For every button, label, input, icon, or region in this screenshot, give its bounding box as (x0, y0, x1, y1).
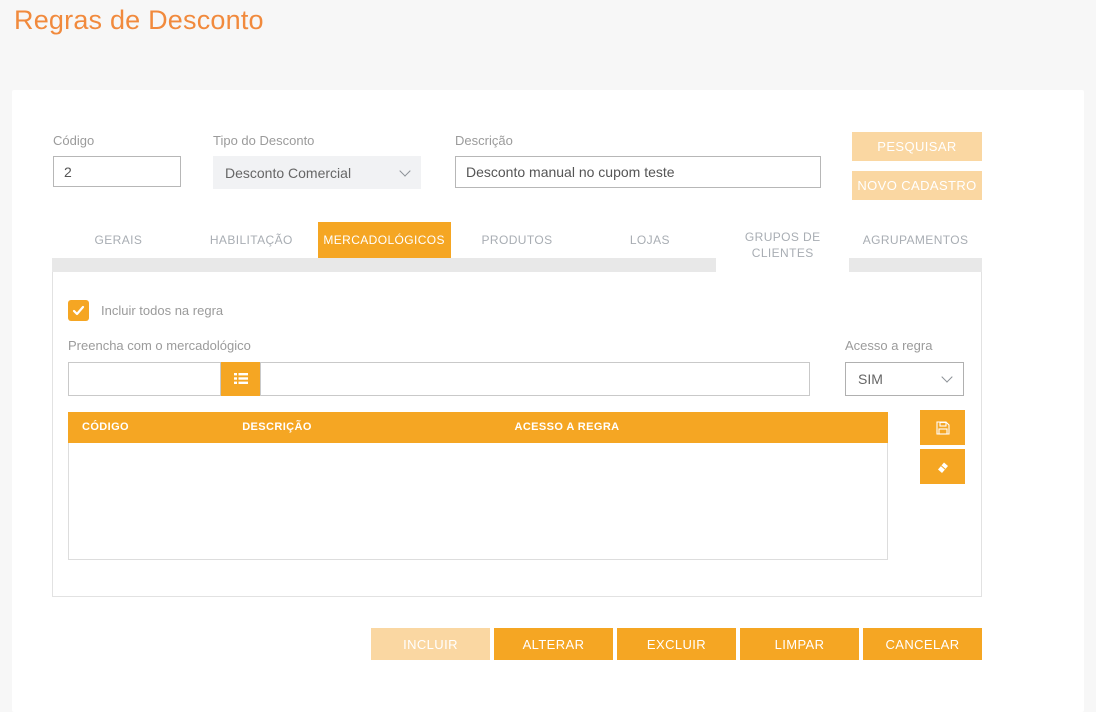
acesso-regra-value: SIM (858, 371, 883, 387)
open-list-button[interactable] (221, 362, 260, 396)
descricao-label: Descrição (455, 133, 513, 148)
save-button[interactable] (920, 410, 965, 445)
pesquisar-button[interactable]: PESQUISAR (852, 132, 982, 161)
tab-lojas[interactable]: LOJAS (583, 222, 717, 258)
tab-produtos[interactable]: PRODUTOS (450, 222, 584, 258)
acesso-regra-label: Acesso a regra (845, 338, 933, 353)
column-header-acesso: ACESSO A REGRA (514, 421, 620, 433)
cancelar-button[interactable]: CANCELAR (863, 628, 982, 660)
page-title: Regras de Desconto (14, 5, 264, 35)
tab-agrupamentos[interactable]: AGRUPAMENTOS (849, 222, 983, 258)
floppy-disk-icon (935, 420, 950, 435)
tab-gerais[interactable]: GERAIS (52, 222, 185, 258)
novo-cadastro-button[interactable]: NOVO CADASTRO (852, 171, 982, 200)
include-all-label: Incluir todos na regra (101, 303, 224, 318)
tab-mercadologicos[interactable]: MERCADOLÓGICOS (317, 222, 451, 258)
descricao-input[interactable] (455, 156, 821, 188)
list-icon (233, 373, 248, 384)
tab-bar: GERAIS HABILITAÇÃO MERCADOLÓGICOS PRODUT… (52, 222, 983, 272)
acesso-regra-select[interactable]: SIM (845, 362, 964, 396)
check-icon (72, 305, 85, 316)
tipo-desconto-value: Desconto Comercial (225, 164, 352, 181)
codigo-input[interactable] (53, 156, 181, 187)
fill-mercadologico-label: Preencha com o mercadológico (68, 338, 251, 353)
codigo-label: Código (53, 133, 95, 148)
chevron-down-icon (399, 164, 411, 177)
table-body-empty (68, 443, 888, 560)
tab-habilitacao[interactable]: HABILITAÇÃO (184, 222, 318, 258)
table-header: CÓDIGO DESCRIÇÃO ACESSO A REGRA (68, 412, 888, 443)
alterar-button[interactable]: ALTERAR (494, 628, 613, 660)
column-header-codigo: CÓDIGO (82, 421, 130, 433)
column-header-descricao: DESCRIÇÃO (242, 421, 312, 433)
incluir-button[interactable]: INCLUIR (371, 628, 490, 660)
mercadologico-description-input[interactable] (260, 362, 810, 396)
chevron-down-icon (941, 371, 953, 383)
eraser-button[interactable] (920, 449, 965, 484)
discount-rules-page: Regras de Desconto Código Tipo do Descon… (0, 0, 1096, 712)
tab-grupos-de-clientes[interactable]: GRUPOS DE CLIENTES (716, 222, 850, 272)
limpar-button[interactable]: LIMPAR (740, 628, 859, 660)
mercadologico-code-input[interactable] (68, 362, 221, 396)
tipo-desconto-label: Tipo do Desconto (213, 133, 315, 148)
excluir-button[interactable]: EXCLUIR (617, 628, 736, 660)
eraser-icon (938, 462, 948, 473)
include-all-checkbox[interactable] (68, 300, 89, 321)
action-bar: INCLUIR ALTERAR EXCLUIR LIMPAR CANCELAR (371, 628, 982, 660)
tipo-desconto-select[interactable]: Desconto Comercial (213, 156, 421, 189)
